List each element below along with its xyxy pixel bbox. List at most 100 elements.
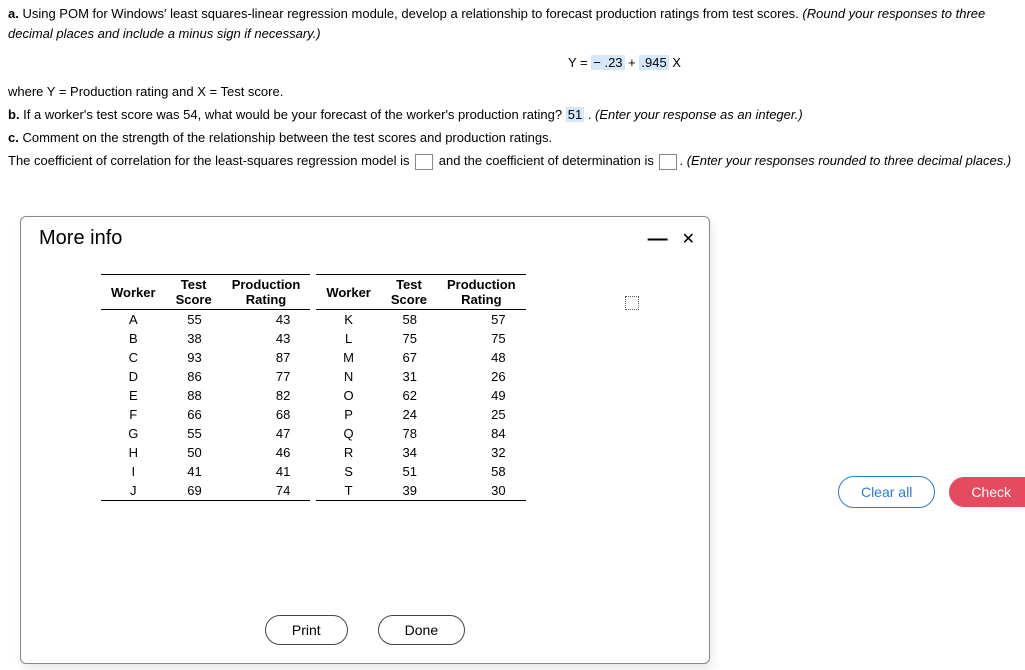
cell-rating: 43	[222, 310, 311, 330]
cell-rating: 41	[222, 462, 311, 481]
part-a: a. Using POM for Windows' least squares-…	[8, 4, 1017, 43]
cell-worker: J	[101, 481, 166, 501]
part-b-prefix: b.	[8, 107, 20, 122]
cell-worker: T	[316, 481, 381, 501]
cell-rating: 49	[437, 386, 526, 405]
cell-worker: P	[316, 405, 381, 424]
table-row: M6748	[316, 348, 525, 367]
done-button[interactable]: Done	[378, 615, 465, 645]
table-row: F6668	[101, 405, 310, 424]
cell-worker: A	[101, 310, 166, 330]
col-production-rating: ProductionRating	[437, 275, 526, 310]
table-left: Worker TestScore ProductionRating A5543B…	[101, 274, 310, 501]
cell-score: 66	[166, 405, 222, 424]
cell-score: 41	[166, 462, 222, 481]
cell-worker: C	[101, 348, 166, 367]
cell-score: 78	[381, 424, 437, 443]
table-row: E8882	[101, 386, 310, 405]
col-worker: Worker	[316, 275, 381, 310]
where-line: where Y = Production rating and X = Test…	[8, 84, 1017, 99]
table-row: T3930	[316, 481, 525, 501]
corr-instruction: (Enter your responses rounded to three d…	[687, 153, 1011, 168]
col-worker: Worker	[101, 275, 166, 310]
cell-score: 62	[381, 386, 437, 405]
table-right: Worker TestScore ProductionRating K5857L…	[316, 274, 525, 501]
cell-score: 31	[381, 367, 437, 386]
part-c-text: Comment on the strength of the relations…	[19, 130, 552, 145]
eq-intercept[interactable]: − .23	[591, 55, 624, 70]
cell-score: 51	[381, 462, 437, 481]
cell-worker: I	[101, 462, 166, 481]
part-b-text: If a worker's test score was 54, what wo…	[20, 107, 566, 122]
cell-rating: 77	[222, 367, 311, 386]
cell-rating: 43	[222, 329, 311, 348]
col-test-score: TestScore	[381, 275, 437, 310]
cell-worker: S	[316, 462, 381, 481]
copy-icon[interactable]	[625, 296, 639, 310]
cell-rating: 75	[437, 329, 526, 348]
cell-rating: 58	[437, 462, 526, 481]
eq-suffix: X	[669, 55, 681, 70]
regression-equation: Y = − .23 + .945 X	[8, 55, 1017, 70]
minimize-icon[interactable]: —	[648, 234, 668, 244]
cell-worker: E	[101, 386, 166, 405]
print-button[interactable]: Print	[265, 615, 348, 645]
part-a-prefix: a.	[8, 6, 19, 21]
cell-worker: F	[101, 405, 166, 424]
table-row: L7575	[316, 329, 525, 348]
cell-worker: R	[316, 443, 381, 462]
table-row: H5046	[101, 443, 310, 462]
cell-rating: 74	[222, 481, 311, 501]
part-b-instruction: (Enter your response as an integer.)	[595, 107, 803, 122]
determination-input[interactable]	[659, 154, 677, 170]
cell-worker: D	[101, 367, 166, 386]
cell-rating: 68	[222, 405, 311, 424]
cell-score: 24	[381, 405, 437, 424]
cell-rating: 32	[437, 443, 526, 462]
cell-worker: B	[101, 329, 166, 348]
cell-worker: M	[316, 348, 381, 367]
cell-score: 55	[166, 424, 222, 443]
cell-worker: L	[316, 329, 381, 348]
cell-rating: 26	[437, 367, 526, 386]
modal-title: More info	[39, 227, 122, 250]
data-tables: Worker TestScore ProductionRating A5543B…	[101, 274, 669, 501]
table-row: A5543	[101, 310, 310, 330]
cell-worker: O	[316, 386, 381, 405]
cell-rating: 87	[222, 348, 311, 367]
cell-score: 34	[381, 443, 437, 462]
clear-all-button[interactable]: Clear all	[838, 476, 935, 508]
cell-rating: 47	[222, 424, 311, 443]
cell-worker: N	[316, 367, 381, 386]
part-c: c. Comment on the strength of the relati…	[8, 130, 1017, 145]
cell-score: 69	[166, 481, 222, 501]
corr-text-2: and the coefficient of determination is	[435, 153, 657, 168]
eq-mid: +	[625, 55, 640, 70]
table-row: P2425	[316, 405, 525, 424]
cell-rating: 25	[437, 405, 526, 424]
cell-score: 86	[166, 367, 222, 386]
table-row: C9387	[101, 348, 310, 367]
correlation-input[interactable]	[415, 154, 433, 170]
cell-score: 39	[381, 481, 437, 501]
part-b: b. If a worker's test score was 54, what…	[8, 107, 1017, 122]
cell-score: 38	[166, 329, 222, 348]
cell-worker: H	[101, 443, 166, 462]
check-button[interactable]: Check	[949, 477, 1025, 507]
table-row: I4141	[101, 462, 310, 481]
cell-rating: 30	[437, 481, 526, 501]
table-row: D8677	[101, 367, 310, 386]
cell-rating: 57	[437, 310, 526, 330]
close-icon[interactable]: ✕	[682, 229, 695, 249]
cell-score: 67	[381, 348, 437, 367]
table-row: J6974	[101, 481, 310, 501]
table-row: K5857	[316, 310, 525, 330]
col-production-rating: ProductionRating	[222, 275, 311, 310]
table-row: N3126	[316, 367, 525, 386]
eq-slope[interactable]: .945	[639, 55, 668, 70]
cell-score: 58	[381, 310, 437, 330]
cell-score: 55	[166, 310, 222, 330]
part-b-answer[interactable]: 51	[566, 107, 584, 122]
table-row: G5547	[101, 424, 310, 443]
corr-text-1: The coefficient of correlation for the l…	[8, 153, 413, 168]
